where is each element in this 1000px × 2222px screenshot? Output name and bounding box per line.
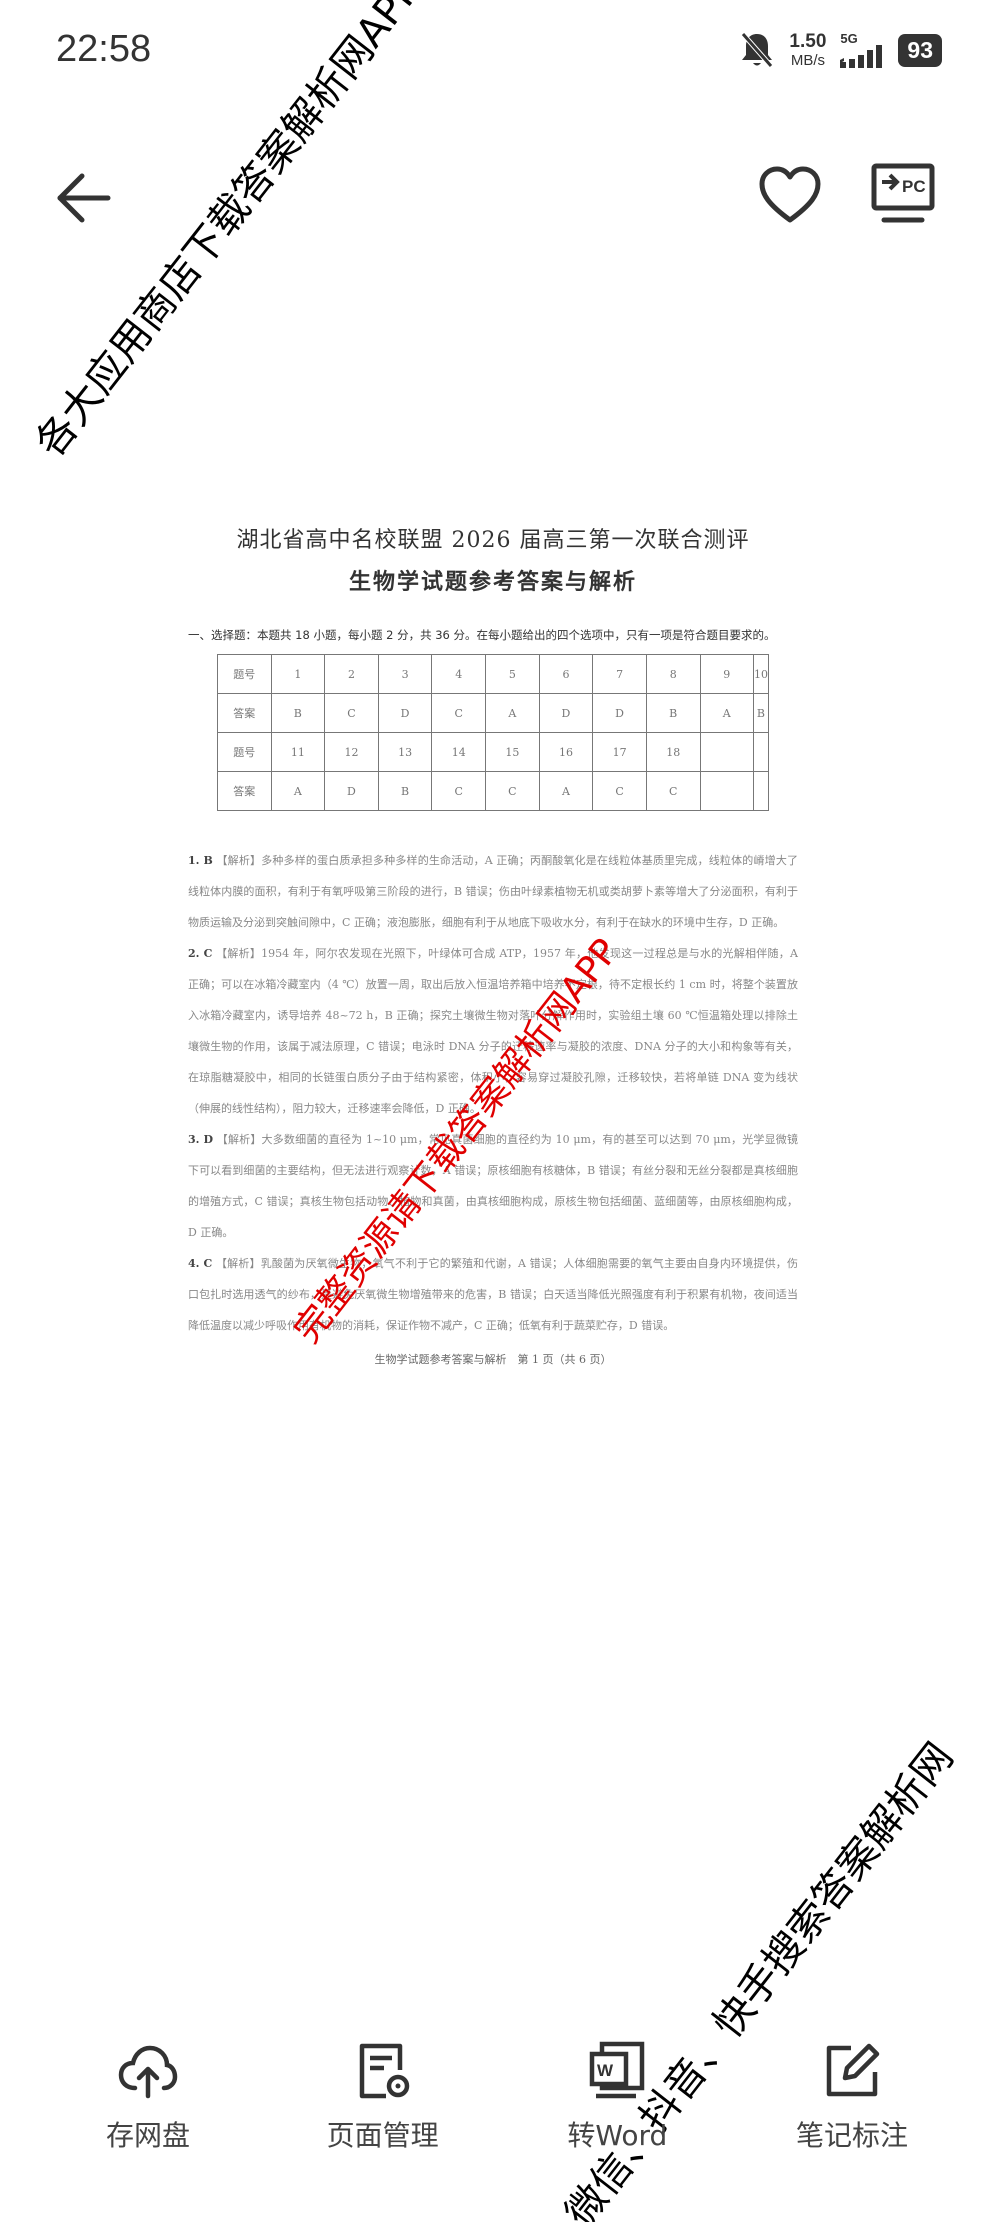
svg-text:W: W <box>597 2061 614 2080</box>
battery-icon: 93 <box>898 33 942 67</box>
word-convert-icon: W <box>590 2041 645 2099</box>
answer-table-cell: A <box>699 693 754 733</box>
answer-table-cell: 16 <box>538 732 594 772</box>
answer-table-cell: 2 <box>324 654 379 694</box>
answer-table-cell: 7 <box>592 654 647 694</box>
explanation-item: 3. D 【解析】大多数细菌的直径为 1~10 μm，常见真菌细胞的直径约为 1… <box>188 1124 798 1248</box>
answer-table-cell: D <box>538 693 594 733</box>
explanation-number: 3. D <box>188 1133 214 1146</box>
answer-table-cell: C <box>431 693 487 733</box>
status-time: 22:58 <box>56 28 152 70</box>
answer-table-cell: C <box>431 771 487 811</box>
answer-table-cell: C <box>645 771 701 811</box>
net-speed-value: 1.50 <box>789 31 827 52</box>
answer-table-cell: A <box>270 771 326 811</box>
status-bar: 22:58 1.50 MB/s 5G 93 <box>0 0 1000 110</box>
answer-table-row: 题号 11 12 13 14 15 16 17 18 <box>217 732 770 772</box>
page-footer: 生物学试题参考答案与解析 第 1 页（共 6 页） <box>374 1353 612 1366</box>
answer-table-cell <box>752 732 770 772</box>
answer-table-cell: C <box>324 693 379 733</box>
tool-label: 转Word <box>567 2119 668 2152</box>
cloud-upload-icon <box>118 2045 178 2099</box>
tool-label: 笔记标注 <box>795 2119 908 2152</box>
answer-table-header-cell: 题号 <box>217 654 272 694</box>
answer-table-cell: 9 <box>699 654 754 694</box>
explanation-number: 4. C <box>188 1257 213 1270</box>
bottom-toolbar: 存网盘 页面管理 W 转Word 笔记标注 <box>0 2040 1000 2190</box>
page-settings-icon <box>359 2043 409 2099</box>
answer-table-cell: 11 <box>270 732 326 772</box>
net-speed-unit: MB/s <box>790 52 825 69</box>
answer-table-cell: 8 <box>645 654 701 694</box>
status-indicators: 1.50 MB/s 5G 93 <box>739 30 942 70</box>
tool-label: 存网盘 <box>105 2119 190 2152</box>
answer-table-cell: 12 <box>324 732 379 772</box>
signal-icon <box>840 44 883 68</box>
answer-table-cell: B <box>645 693 701 733</box>
answer-table-cell: 10 <box>752 654 770 694</box>
tool-label: 页面管理 <box>326 2119 439 2152</box>
explanation-text: 【解析】大多数细菌的直径为 1~10 μm，常见真菌细胞的直径约为 10 μm，… <box>188 1133 799 1239</box>
answer-table-cell: 13 <box>377 732 433 772</box>
answer-table-cell: 1 <box>270 654 326 694</box>
answer-table-cell: D <box>324 771 379 811</box>
document-title: 湖北省高中名校联盟 2026 届高三第一次联合测评 生物学试题参考答案与解析 <box>188 522 798 596</box>
answer-table-row: 答案 A D B C C A C C <box>217 771 770 811</box>
convert-word-button[interactable]: W 转Word <box>527 2040 707 2190</box>
back-arrow-icon[interactable] <box>54 168 114 228</box>
heart-icon[interactable] <box>758 164 822 228</box>
answer-table-cell: 18 <box>645 732 701 772</box>
answer-table-header-cell: 题号 <box>217 732 272 772</box>
answer-table-cell: 14 <box>431 732 487 772</box>
explanation-item: 1. B 【解析】多种多样的蛋白质承担多种多样的生命活动，A 正确；丙酮酸氧化是… <box>188 845 798 938</box>
cast-pc-icon[interactable]: PC <box>868 160 938 230</box>
answer-table-cell: 3 <box>377 654 433 694</box>
net-speed: 1.50 MB/s <box>789 32 826 68</box>
document-title-line2: 生物学试题参考答案与解析 <box>348 569 637 595</box>
answer-table-cell: C <box>592 771 647 811</box>
answer-table-cell: B <box>752 693 770 733</box>
answer-table-cell: B <box>377 771 433 811</box>
document-page[interactable]: 湖北省高中名校联盟 2026 届高三第一次联合测评 生物学试题参考答案与解析 一… <box>188 500 798 1460</box>
explanation-number: 1. B <box>188 854 213 867</box>
document-title-line1: 湖北省高中名校联盟 2026 届高三第一次联合测评 <box>236 528 750 553</box>
answer-table-cell: D <box>592 693 647 733</box>
answer-table-row: 答案 B C D C A D D B A B <box>217 693 770 733</box>
notes-annotate-button[interactable]: 笔记标注 <box>762 2040 942 2190</box>
answer-table-cell: D <box>377 693 433 733</box>
answer-table-cell: A <box>538 771 594 811</box>
pc-label: PC <box>902 177 926 196</box>
answer-table-cell <box>752 771 770 811</box>
answer-table-cell: B <box>270 693 326 733</box>
answer-table-header-cell: 答案 <box>217 693 272 733</box>
answer-table-cell: C <box>485 771 540 811</box>
answer-table: 题号 1 2 3 4 5 6 7 8 9 10 答案 B C D C A D D B A B 题号 11 12 13 14 15 16 1… <box>217 654 770 811</box>
explanation-item: 4. C 【解析】乳酸菌为厌氧微生物，氧气不利于它的繁殖和代谢，A 错误；人体细… <box>188 1248 798 1341</box>
save-to-cloud-button[interactable]: 存网盘 <box>58 2040 238 2190</box>
answer-table-header-cell: 答案 <box>217 771 272 811</box>
answer-table-row: 题号 1 2 3 4 5 6 7 8 9 10 <box>217 654 770 694</box>
edit-note-icon <box>826 2043 880 2097</box>
answer-table-cell: 4 <box>431 654 487 694</box>
answer-table-cell: A <box>485 693 540 733</box>
signal: 5G <box>840 32 884 69</box>
network-type: 5G <box>840 30 858 46</box>
explanation-number: 2. C <box>188 947 213 960</box>
answer-table-cell: 15 <box>485 732 540 772</box>
bell-muted-icon <box>741 32 774 68</box>
top-nav: PC <box>0 150 1000 240</box>
answer-table-cell: 6 <box>538 654 594 694</box>
answer-table-cell: 17 <box>592 732 647 772</box>
answer-table-cell <box>699 732 754 772</box>
explanation-text: 【解析】多种多样的蛋白质承担多种多样的生命活动，A 正确；丙酮酸氧化是在线粒体基… <box>188 854 799 929</box>
answer-table-cell: 5 <box>485 654 540 694</box>
section-heading: 一、选择题：本题共 18 小题，每小题 2 分，共 36 分。在每小题给出的四个… <box>188 628 776 642</box>
answer-table-cell <box>699 771 754 811</box>
page-manage-button[interactable]: 页面管理 <box>293 2040 473 2190</box>
